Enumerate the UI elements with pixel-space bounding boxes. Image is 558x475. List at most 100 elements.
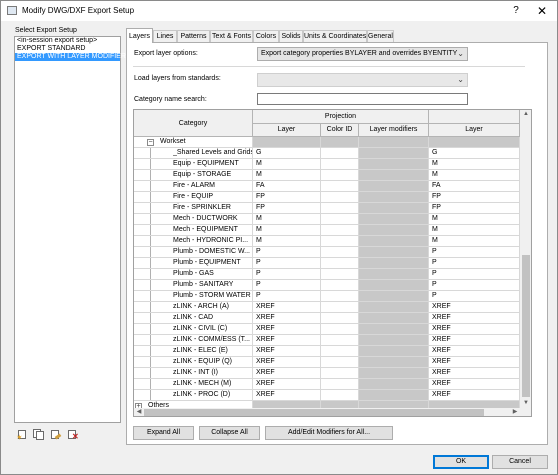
cut-layer-cell[interactable]: XREF: [429, 346, 520, 357]
table-row[interactable]: zLINK - COMM/ESS (T... XREF XREF: [134, 335, 520, 346]
layer-cell[interactable]: XREF: [253, 335, 321, 346]
layer-cell[interactable]: FP: [253, 203, 321, 214]
table-row[interactable]: zLINK - EQUIP (Q) XREF XREF: [134, 357, 520, 368]
cut-layer-cell[interactable]: XREF: [429, 357, 520, 368]
expand-all-button[interactable]: Expand All: [133, 426, 194, 440]
table-row[interactable]: zLINK - CAD XREF XREF: [134, 313, 520, 324]
color-id-cell[interactable]: [321, 214, 359, 225]
export-layer-options-select[interactable]: Export category properties BYLAYER and o…: [257, 47, 468, 61]
scroll-left-icon[interactable]: ◀: [134, 408, 144, 416]
color-id-cell[interactable]: [321, 203, 359, 214]
layer-cell[interactable]: FA: [253, 181, 321, 192]
cut-layer-cell[interactable]: G: [429, 148, 520, 159]
layer-cell[interactable]: XREF: [253, 357, 321, 368]
scroll-down-icon[interactable]: ▼: [521, 399, 531, 407]
layer-cell[interactable]: M: [253, 214, 321, 225]
rename-setup-icon[interactable]: [50, 429, 62, 440]
tab-lines[interactable]: Lines: [153, 30, 177, 42]
cut-layer-cell[interactable]: XREF: [429, 302, 520, 313]
cut-layer-cell[interactable]: P: [429, 247, 520, 258]
table-row[interactable]: Plumb - STORM WATER P P: [134, 291, 520, 302]
category-search-input[interactable]: [257, 93, 468, 105]
color-id-cell[interactable]: [321, 225, 359, 236]
tab-colors[interactable]: Colors: [253, 30, 279, 42]
layer-cell[interactable]: M: [253, 236, 321, 247]
layer-cell[interactable]: XREF: [253, 390, 321, 401]
cut-layer-cell[interactable]: XREF: [429, 313, 520, 324]
color-id-cell[interactable]: [321, 368, 359, 379]
layer-cell[interactable]: M: [253, 225, 321, 236]
header-layer-modifiers[interactable]: Layer modifiers: [359, 124, 429, 137]
cut-layer-cell[interactable]: XREF: [429, 379, 520, 390]
table-row[interactable]: zLINK - INT (I) XREF XREF: [134, 368, 520, 379]
table-row[interactable]: zLINK - ELEC (E) XREF XREF: [134, 346, 520, 357]
layer-cell[interactable]: P: [253, 280, 321, 291]
cut-layer-cell[interactable]: M: [429, 214, 520, 225]
cut-layer-cell[interactable]: P: [429, 291, 520, 302]
color-id-cell[interactable]: [321, 302, 359, 313]
table-row[interactable]: Fire - EQUIP FP FP: [134, 192, 520, 203]
layer-cell[interactable]: M: [253, 159, 321, 170]
ok-button[interactable]: OK: [433, 455, 489, 469]
export-setup-list[interactable]: <in-session export setup> EXPORT STANDAR…: [14, 36, 126, 423]
cut-layer-cell[interactable]: M: [429, 170, 520, 181]
tab-text-fonts[interactable]: Text & Fonts: [210, 30, 253, 42]
layer-cell[interactable]: M: [253, 170, 321, 181]
cut-layer-cell[interactable]: FP: [429, 203, 520, 214]
color-id-cell[interactable]: [321, 335, 359, 346]
horizontal-scroll-thumb[interactable]: [144, 409, 484, 416]
table-row[interactable]: zLINK - CIVIL (C) XREF XREF: [134, 324, 520, 335]
table-row[interactable]: Mech - DUCTWORK M M: [134, 214, 520, 225]
cut-layer-cell[interactable]: M: [429, 236, 520, 247]
layer-cell[interactable]: FP: [253, 192, 321, 203]
color-id-cell[interactable]: [321, 181, 359, 192]
color-id-cell[interactable]: [321, 313, 359, 324]
table-row[interactable]: _Shared Levels and Grids G G: [134, 148, 520, 159]
color-id-cell[interactable]: [321, 269, 359, 280]
table-row[interactable]: zLINK - PROC (D) XREF XREF: [134, 390, 520, 401]
color-id-cell[interactable]: [321, 247, 359, 258]
layer-cell[interactable]: G: [253, 148, 321, 159]
table-row[interactable]: Fire - ALARM FA FA: [134, 181, 520, 192]
table-row-group[interactable]: − Workset: [134, 137, 520, 148]
table-row[interactable]: Plumb - GAS P P: [134, 269, 520, 280]
add-edit-modifiers-button[interactable]: Add/Edit Modifiers for All...: [265, 426, 393, 440]
header-layer[interactable]: Layer: [253, 124, 321, 137]
tab-general[interactable]: General: [367, 30, 394, 42]
cut-layer-cell[interactable]: P: [429, 269, 520, 280]
layer-cell[interactable]: P: [253, 291, 321, 302]
setup-item[interactable]: EXPORT STANDARD: [15, 45, 120, 53]
color-id-cell[interactable]: [321, 379, 359, 390]
table-row[interactable]: Equip - EQUIPMENT M M: [134, 159, 520, 170]
color-id-cell[interactable]: [321, 258, 359, 269]
header-cut-layer[interactable]: Layer: [429, 124, 520, 137]
table-row[interactable]: Plumb - EQUIPMENT P P: [134, 258, 520, 269]
cut-layer-cell[interactable]: XREF: [429, 335, 520, 346]
color-id-cell[interactable]: [321, 390, 359, 401]
header-category[interactable]: Category: [134, 110, 253, 137]
table-row[interactable]: Plumb - SANITARY P P: [134, 280, 520, 291]
duplicate-setup-icon[interactable]: [33, 429, 44, 440]
cut-layer-cell[interactable]: M: [429, 225, 520, 236]
color-id-cell[interactable]: [321, 192, 359, 203]
cut-layer-cell[interactable]: P: [429, 280, 520, 291]
scroll-right-icon[interactable]: ▶: [510, 408, 520, 416]
setup-item-selected[interactable]: EXPORT WITH LAYER MODIFIER: [15, 53, 126, 61]
layer-cell[interactable]: P: [253, 247, 321, 258]
layer-cell[interactable]: XREF: [253, 324, 321, 335]
layer-cell[interactable]: P: [253, 258, 321, 269]
tab-layers[interactable]: Layers: [126, 28, 153, 43]
layer-cell[interactable]: XREF: [253, 302, 321, 313]
tab-solids[interactable]: Solids: [279, 30, 303, 42]
table-row[interactable]: Fire - SPRINKLER FP FP: [134, 203, 520, 214]
cut-layer-cell[interactable]: XREF: [429, 390, 520, 401]
help-button[interactable]: ?: [505, 3, 527, 19]
table-row[interactable]: Equip - STORAGE M M: [134, 170, 520, 181]
delete-setup-icon[interactable]: ✕: [67, 429, 79, 441]
layer-cell[interactable]: XREF: [253, 346, 321, 357]
color-id-cell[interactable]: [321, 357, 359, 368]
load-layers-select[interactable]: ⌄: [257, 73, 468, 87]
layer-cell[interactable]: XREF: [253, 368, 321, 379]
color-id-cell[interactable]: [321, 291, 359, 302]
table-row[interactable]: Mech - EQUIPMENT M M: [134, 225, 520, 236]
